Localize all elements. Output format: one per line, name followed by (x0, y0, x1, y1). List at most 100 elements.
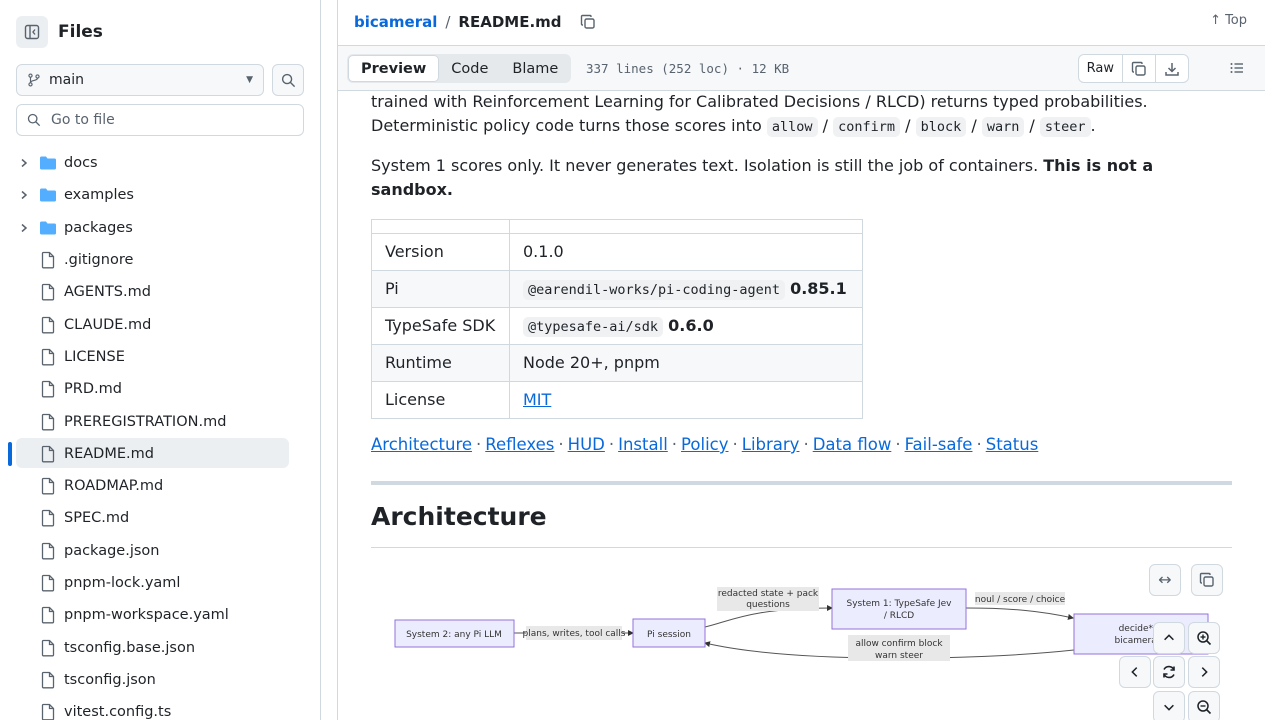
section-link[interactable]: Status (986, 435, 1039, 454)
section-link[interactable]: Architecture (371, 435, 472, 454)
branch-row: main ▼ (16, 64, 304, 96)
file-icon (38, 574, 58, 592)
sidebar-header: Files (16, 16, 103, 48)
table-cell (509, 219, 863, 234)
tree-item-label: PRD.md (64, 381, 122, 398)
download-button[interactable] (1156, 55, 1188, 82)
section-link[interactable]: Fail-safe (905, 435, 973, 454)
section-link[interactable]: HUD (568, 435, 605, 454)
section-link[interactable]: Data flow (813, 435, 892, 454)
file-icon (38, 606, 58, 624)
tree-folder-item[interactable]: examples (0, 179, 320, 211)
outline-button[interactable] (1229, 60, 1245, 80)
period: . (1090, 116, 1096, 135)
tree-file-item[interactable]: PRD.md (0, 373, 320, 405)
copy-path-button[interactable] (580, 14, 596, 30)
go-to-file-input[interactable]: Go to file (16, 104, 304, 136)
search-button[interactable] (272, 64, 304, 96)
tree-item-label: CLAUDE.md (64, 316, 152, 333)
sidebar-title: Files (58, 22, 103, 42)
tree-file-item[interactable]: tsconfig.base.json (0, 631, 320, 663)
chevron-right-icon[interactable] (18, 189, 30, 201)
table-key: Pi (371, 270, 510, 308)
tree-file-item[interactable]: CLAUDE.md (0, 308, 320, 340)
copy-diagram-button[interactable] (1191, 564, 1223, 596)
collapse-sidebar-button[interactable] (16, 16, 48, 48)
tree-item-label: README.md (64, 445, 154, 462)
list-unordered-icon (1230, 63, 1243, 73)
intro-paragraph: trained with Reinforcement Learning for … (371, 91, 1232, 139)
zoom-in-button[interactable] (1188, 622, 1220, 654)
tree-item-label: package.json (64, 542, 160, 559)
zoom-out-button[interactable] (1188, 691, 1220, 720)
copy-raw-button[interactable] (1123, 55, 1156, 82)
pan-right-button[interactable] (1188, 656, 1220, 688)
paragraph-line: trained with Reinforcement Learning for … (371, 92, 1148, 111)
pan-down-button[interactable] (1153, 691, 1185, 720)
tree-folder-item[interactable]: packages (0, 212, 320, 244)
file-actions-group: Raw (1077, 54, 1189, 83)
raw-button[interactable]: Raw (1079, 55, 1123, 82)
edge-label-allow: warn steer (875, 651, 923, 661)
tree-file-item[interactable]: SPEC.md (0, 502, 320, 534)
tree-item-label: ROADMAP.md (64, 478, 164, 495)
file-tree: docs examples packages .gitignore AGENTS.md C… (0, 147, 320, 720)
link-separator: · (608, 435, 615, 454)
reset-view-button[interactable] (1153, 656, 1185, 688)
tree-file-item[interactable]: tsconfig.json (0, 664, 320, 696)
tab-blame[interactable]: Blame (500, 55, 570, 82)
inline-code: block (915, 117, 967, 137)
breadcrumb-repo-link[interactable]: bicameral (354, 13, 437, 31)
mermaid-diagram[interactable]: plans, writes, tool calls redacted state… (371, 561, 1232, 720)
branch-selector[interactable]: main ▼ (16, 64, 264, 96)
architecture-diagram: plans, writes, tool calls redacted state… (371, 561, 1232, 720)
section-link[interactable]: Library (742, 435, 800, 454)
table-value: 0.1.0 (509, 233, 863, 271)
node-label: System 1: TypeSafe Jev (846, 599, 952, 609)
pan-up-button[interactable] (1153, 622, 1185, 654)
chevron-right-icon[interactable] (18, 222, 30, 234)
tree-file-item[interactable]: ROADMAP.md (0, 470, 320, 502)
branch-name: main (49, 72, 84, 88)
copy-icon (1199, 572, 1214, 587)
tab-code[interactable]: Code (439, 55, 500, 82)
git-branch-icon (28, 73, 40, 87)
separator: / (1029, 116, 1035, 135)
file-icon (38, 380, 58, 398)
tree-file-item[interactable]: pnpm-lock.yaml (0, 567, 320, 599)
file-toolbar: Preview Code Blame 337 lines (252 loc) ·… (338, 45, 1265, 91)
readme-content: trained with Reinforcement Learning for … (371, 91, 1232, 720)
license-link[interactable]: MIT (523, 390, 551, 409)
link-separator: · (803, 435, 809, 454)
paragraph-text: Deterministic policy code turns those sc… (371, 116, 762, 135)
section-link[interactable]: Install (618, 435, 668, 454)
node-label: / RLCD (884, 611, 914, 621)
chevron-down-icon: ▼ (246, 75, 253, 85)
table-value: @typesafe-ai/sdk 0.6.0 (509, 307, 863, 345)
tab-preview[interactable]: Preview (348, 55, 440, 82)
tree-file-item[interactable]: AGENTS.md (0, 276, 320, 308)
pan-left-button[interactable] (1119, 656, 1151, 688)
tree-file-item[interactable]: pnpm-workspace.yaml (0, 599, 320, 631)
tree-folder-item[interactable]: docs (0, 147, 320, 179)
sandbox-paragraph: System 1 scores only. It never generates… (371, 154, 1191, 202)
fullscreen-button[interactable]: ↔ (1149, 564, 1181, 596)
file-icon (38, 639, 58, 657)
link-separator: · (732, 435, 738, 454)
tree-file-item[interactable]: LICENSE (0, 341, 320, 373)
edge-label-plans: plans, writes, tool calls (523, 629, 626, 639)
tree-file-item[interactable]: .gitignore (0, 244, 320, 276)
tree-file-item[interactable]: PREREGISTRATION.md (0, 405, 320, 437)
link-separator: · (558, 435, 564, 454)
tree-file-item[interactable]: package.json (0, 535, 320, 567)
chevron-right-icon[interactable] (18, 157, 30, 169)
tree-file-item[interactable]: README.md (0, 437, 320, 470)
table-key: TypeSafe SDK (371, 307, 510, 345)
section-link[interactable]: Reflexes (485, 435, 554, 454)
top-label: Top (1225, 13, 1247, 28)
back-to-top-link[interactable]: ↑ Top (1210, 13, 1247, 28)
zoom-in-icon (1197, 631, 1212, 646)
section-link[interactable]: Policy (681, 435, 728, 454)
tree-file-item[interactable]: vitest.config.ts (0, 696, 320, 720)
file-info: 337 lines (252 loc) · 12 KB (586, 61, 790, 76)
